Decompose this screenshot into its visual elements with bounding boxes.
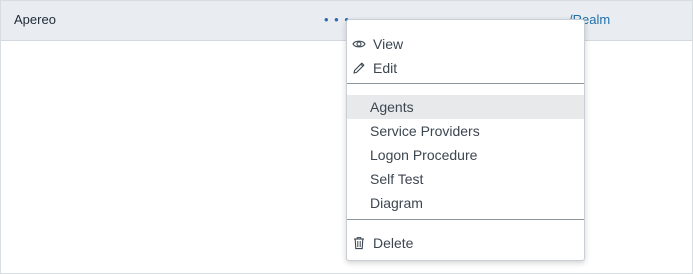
menu-item-diagram[interactable]: Diagram <box>347 191 584 215</box>
pencil-icon <box>353 62 365 74</box>
menu-item-label: Delete <box>373 235 414 251</box>
menu-item-label: Service Providers <box>370 123 480 139</box>
menu-item-label: Logon Procedure <box>370 147 478 163</box>
menu-item-edit[interactable]: Edit <box>347 56 584 80</box>
menu-item-delete[interactable]: Delete <box>347 231 584 255</box>
menu-item-label: View <box>373 36 404 52</box>
menu-item-label: Edit <box>373 60 398 76</box>
menu-item-logon-procedure[interactable]: Logon Procedure <box>347 143 584 167</box>
menu-item-self-test[interactable]: Self Test <box>347 167 584 191</box>
eye-icon <box>352 40 366 48</box>
app-frame: Apereo • • • /Realm View Edit Agents Ser… <box>0 0 693 274</box>
trash-icon <box>354 237 364 250</box>
menu-item-label: Self Test <box>370 171 424 187</box>
menu-divider <box>347 83 584 84</box>
row-actions-menu: View Edit Agents Service Providers Logon… <box>346 19 585 261</box>
row-name: Apereo <box>14 12 56 27</box>
menu-item-label: Agents <box>370 99 414 115</box>
menu-item-view[interactable]: View <box>347 32 584 56</box>
menu-item-label: Diagram <box>370 195 423 211</box>
menu-item-service-providers[interactable]: Service Providers <box>347 119 584 143</box>
menu-item-agents[interactable]: Agents <box>347 95 584 119</box>
menu-divider <box>347 219 584 220</box>
